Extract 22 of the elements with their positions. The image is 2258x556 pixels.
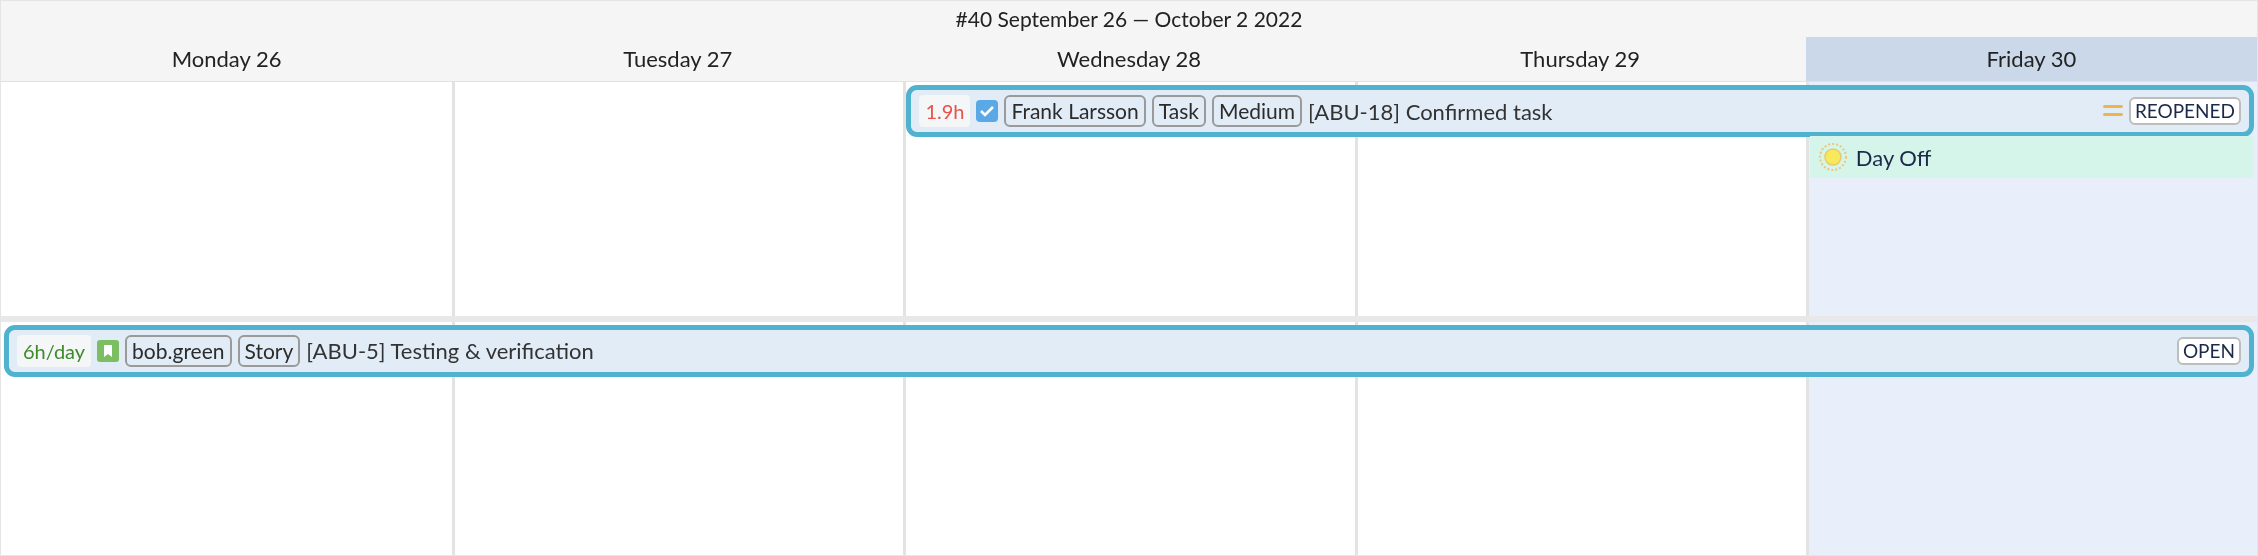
day-header[interactable]: Thursday 29 [1354,37,1806,81]
sun-icon [1817,142,1848,172]
day-header[interactable]: Tuesday 27 [452,37,904,81]
issue-summary: [ABU-18] Confirmed task [1308,96,1553,127]
estimate-label: 1.9h [919,95,971,127]
tag: Medium [1211,95,1302,127]
tag: Task [1151,95,1206,127]
day-off-label: Day Off [1855,142,1932,173]
week-title: #40 September 26 — October 2 2022 [954,5,1304,33]
tag: Story [237,334,301,367]
day-header[interactable]: Wednesday 28 [903,37,1355,81]
estimate-label: 6h/day [17,334,92,367]
bookmark-icon [97,339,120,362]
tag: bob.green [125,334,232,367]
day-header[interactable]: Friday 30 [1805,37,2257,81]
tag: Frank Larsson [1004,95,1146,127]
status-label: REOPENED [2128,97,2241,125]
day-header[interactable]: Monday 26 [1,37,453,81]
issue-summary: [ABU-5] Testing & verification [306,336,594,366]
checkbox-icon [976,100,999,122]
status-label: OPEN [2176,336,2241,365]
day-off-entry[interactable]: Day Off [1809,136,2253,178]
